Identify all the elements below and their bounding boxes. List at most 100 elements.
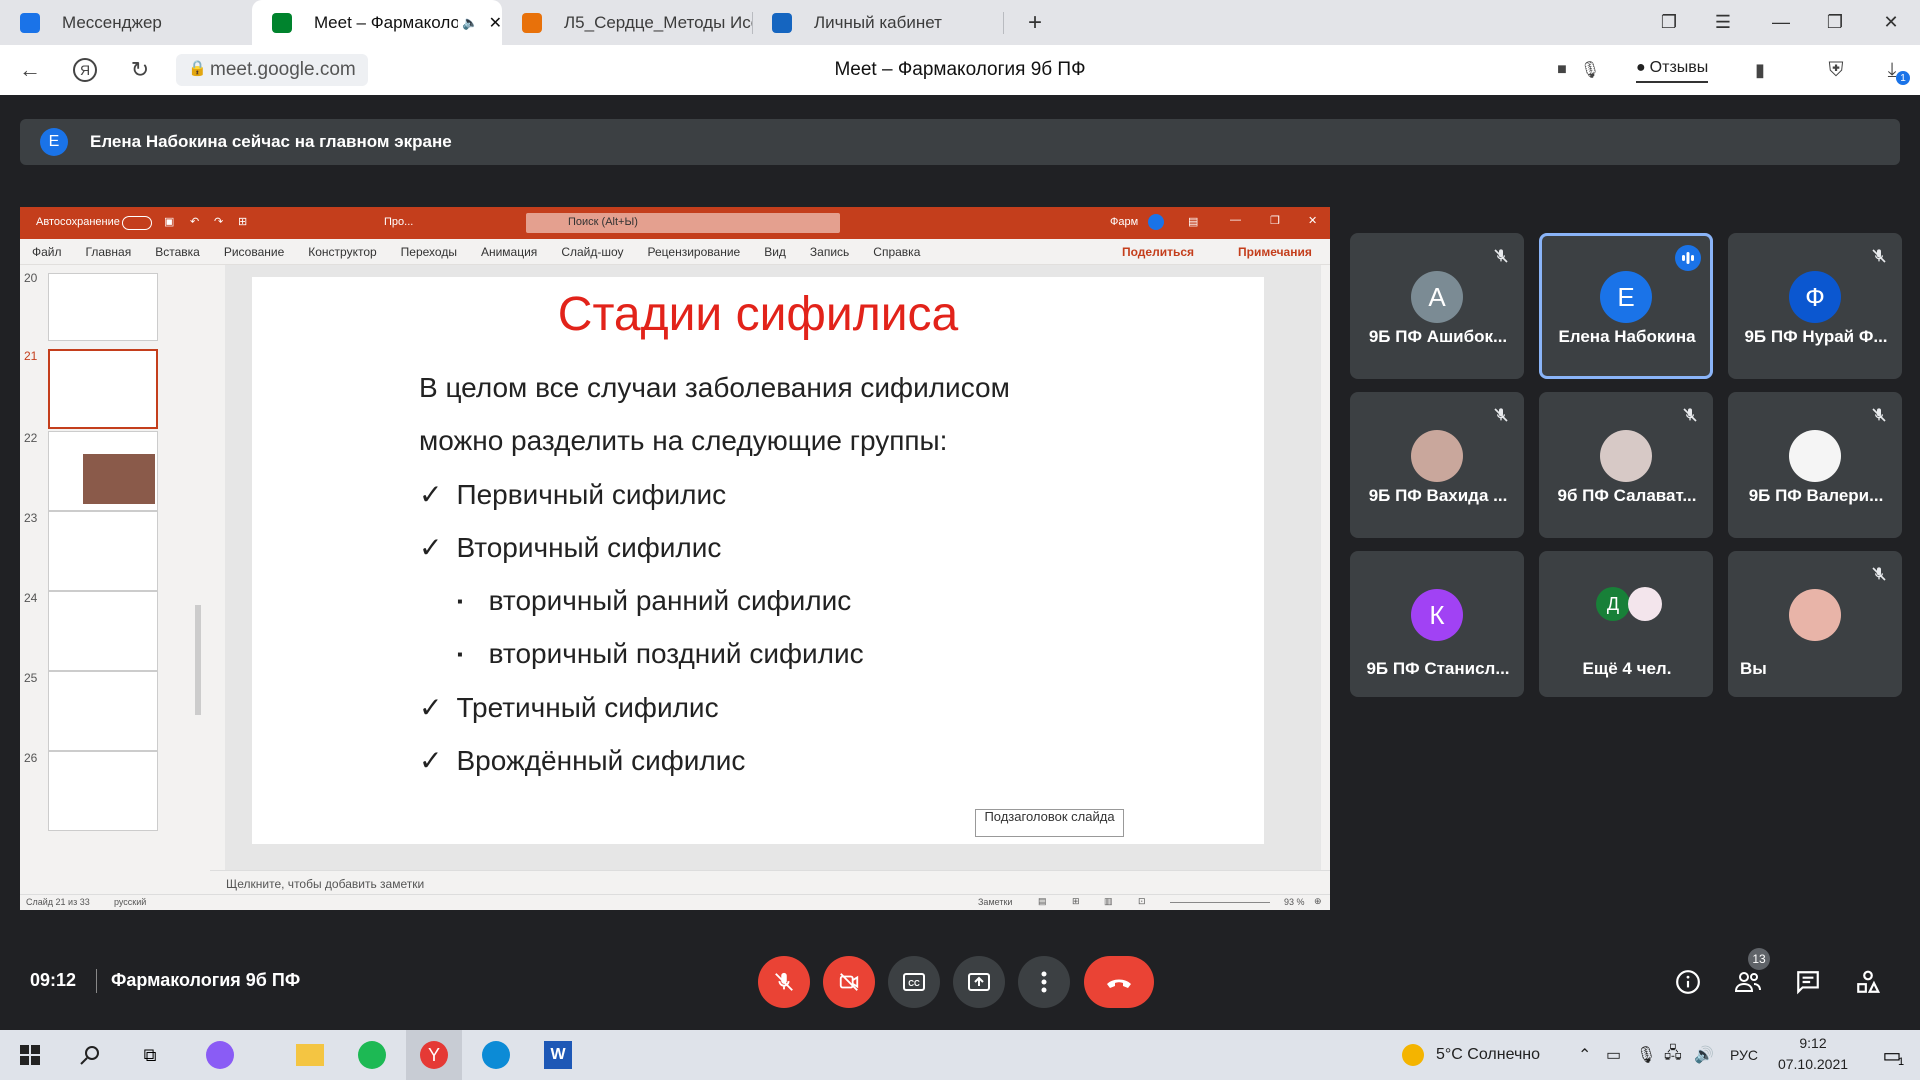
slide-thumbnail[interactable] (48, 751, 158, 831)
ppt-restore-button[interactable]: ❐ (1270, 214, 1280, 227)
maximize-button[interactable]: ❐ (1812, 0, 1858, 45)
menu-home[interactable]: Главная (86, 245, 132, 259)
tab-collections-icon[interactable]: ❐ (1646, 0, 1692, 45)
edge-app[interactable] (468, 1030, 524, 1080)
mic-tray-icon[interactable]: 🎙 (1636, 1030, 1656, 1080)
present-icon[interactable]: ⊞ (238, 215, 247, 228)
share-button[interactable]: Поделиться (1122, 245, 1194, 259)
slide-scrollbar[interactable] (1321, 265, 1330, 870)
participant-tile[interactable]: 9б ПФ Салават... (1539, 392, 1713, 538)
menu-transitions[interactable]: Переходы (401, 245, 457, 259)
tab-messenger[interactable]: Мессенджер (0, 0, 250, 45)
present-screen-button[interactable] (953, 956, 1005, 1008)
word-app[interactable]: W (530, 1030, 586, 1080)
more-options-button[interactable] (1018, 956, 1070, 1008)
start-button[interactable] (2, 1030, 58, 1080)
leave-call-button[interactable] (1084, 956, 1154, 1008)
ppt-search[interactable]: Поиск (Alt+Ы) (526, 213, 840, 233)
undo-icon[interactable]: ↶ (190, 215, 199, 228)
participant-tile[interactable]: Е Елена Набокина (1539, 233, 1713, 379)
menu-file[interactable]: Файл (32, 245, 62, 259)
chat-button[interactable] (1788, 962, 1828, 1002)
menu-draw[interactable]: Рисование (224, 245, 284, 259)
notes-pane[interactable]: Щелкните, чтобы добавить заметки (210, 870, 1330, 894)
yandex-button[interactable]: Я (63, 45, 107, 95)
new-tab-button[interactable]: + (1012, 0, 1058, 45)
slide-thumbnail[interactable] (48, 431, 158, 511)
fit-slide-icon[interactable]: ⊕ (1314, 896, 1322, 907)
participant-tile[interactable]: 9Б ПФ Вахида ... (1350, 392, 1524, 538)
tab-cabinet[interactable]: Личный кабинет (752, 0, 1002, 45)
reload-button[interactable]: ↻ (118, 45, 162, 95)
close-window-button[interactable]: ✕ (1868, 0, 1914, 45)
participant-tile[interactable]: К 9Б ПФ Станисл... (1350, 551, 1524, 697)
camera-off-button[interactable] (823, 956, 875, 1008)
language-indicator[interactable]: русский (114, 897, 146, 907)
menu-slideshow[interactable]: Слайд-шоу (561, 245, 623, 259)
slide-thumbnail[interactable] (48, 511, 158, 591)
feedback-button[interactable]: ● Отзывы (1636, 55, 1709, 83)
close-tab-icon[interactable]: ✕ (489, 13, 502, 33)
zoom-level[interactable]: 93 % (1284, 897, 1305, 907)
slide-thumbnail-active[interactable] (48, 349, 158, 429)
menu-animation[interactable]: Анимация (481, 245, 537, 259)
tab-document[interactable]: Л5_Сердце_Методы Иссле (502, 0, 752, 45)
meet-tray-icon[interactable]: ▭ (1606, 1030, 1621, 1080)
explorer-app[interactable] (282, 1030, 338, 1080)
slide-canvas[interactable]: Стадии сифилиса В целом все случаи забол… (252, 277, 1264, 844)
notifications-button[interactable]: ▭ 1 (1864, 1030, 1920, 1080)
participants-button[interactable]: 13 (1728, 948, 1770, 1002)
participant-tile[interactable]: А 9Б ПФ Ашибок... (1350, 233, 1524, 379)
menu-record[interactable]: Запись (810, 245, 849, 259)
language-indicator[interactable]: РУС (1730, 1030, 1758, 1080)
activities-button[interactable] (1848, 962, 1888, 1002)
menu-insert[interactable]: Вставка (155, 245, 200, 259)
meeting-details-button[interactable] (1668, 962, 1708, 1002)
minimize-button[interactable]: — (1758, 0, 1804, 45)
zoom-slider[interactable] (1170, 902, 1270, 903)
reading-view-icon[interactable]: ▥ (1104, 896, 1113, 907)
redo-icon[interactable]: ↷ (214, 215, 223, 228)
autosave-toggle[interactable] (122, 216, 152, 230)
menu-icon[interactable]: ☰ (1700, 0, 1746, 45)
participant-tile[interactable]: Вы (1728, 551, 1902, 697)
participant-tile[interactable]: Д Ещё 4 чел. (1539, 551, 1713, 697)
audio-icon[interactable]: 🔈 (462, 15, 478, 31)
slide-thumbnail[interactable] (48, 671, 158, 751)
menu-help[interactable]: Справка (873, 245, 920, 259)
tab-meet[interactable]: Meet – Фармакологи 🔈 ✕ (252, 0, 502, 45)
menu-view[interactable]: Вид (764, 245, 786, 259)
thumbnail-scrollbar[interactable] (195, 605, 201, 715)
weather-widget[interactable]: 5°C Солнечно (1402, 1030, 1540, 1080)
network-icon[interactable]: 🖧 (1664, 1030, 1682, 1080)
slide-thumbnail[interactable] (48, 273, 158, 341)
search-button[interactable] (62, 1030, 118, 1080)
ribbon-display-icon[interactable]: ▤ (1188, 215, 1198, 228)
url-field[interactable]: 🔒 meet.google.com (176, 54, 368, 86)
subtitle-placeholder[interactable]: Подзаголовок слайда (975, 809, 1124, 837)
slide-thumbnail[interactable] (48, 591, 158, 671)
back-button[interactable]: ← (8, 45, 52, 95)
ppt-minimize-button[interactable]: — (1230, 214, 1241, 226)
alice-app[interactable] (192, 1030, 248, 1080)
user-avatar[interactable] (1148, 214, 1164, 230)
mic-off-button[interactable] (758, 956, 810, 1008)
yandex-browser-app[interactable]: Y (406, 1030, 462, 1080)
menu-design[interactable]: Конструктор (308, 245, 376, 259)
bookmark-icon[interactable]: ▮ (1738, 45, 1782, 95)
captions-button[interactable]: CC (888, 956, 940, 1008)
spotify-app[interactable] (344, 1030, 400, 1080)
participant-tile[interactable]: 9Б ПФ Валери... (1728, 392, 1902, 538)
normal-view-icon[interactable]: ▤ (1038, 896, 1047, 907)
save-icon[interactable]: ▣ (164, 215, 174, 228)
task-view-icon[interactable]: ⧉ (122, 1030, 178, 1080)
downloads-icon[interactable]: ⤓ 1 (1870, 45, 1914, 95)
microphone-icon[interactable]: 🎙 (1568, 45, 1612, 95)
tray-expand-icon[interactable]: ⌃ (1578, 1030, 1591, 1080)
participant-tile[interactable]: Ф 9Б ПФ Нурай Ф... (1728, 233, 1902, 379)
ppt-close-button[interactable]: ✕ (1308, 214, 1317, 227)
clock[interactable]: 9:12 07.10.2021 (1770, 1035, 1856, 1072)
comments-button[interactable]: Примечания (1238, 245, 1312, 259)
protect-icon[interactable]: ⛨ (1814, 45, 1858, 95)
notes-toggle[interactable]: Заметки (978, 897, 1012, 907)
